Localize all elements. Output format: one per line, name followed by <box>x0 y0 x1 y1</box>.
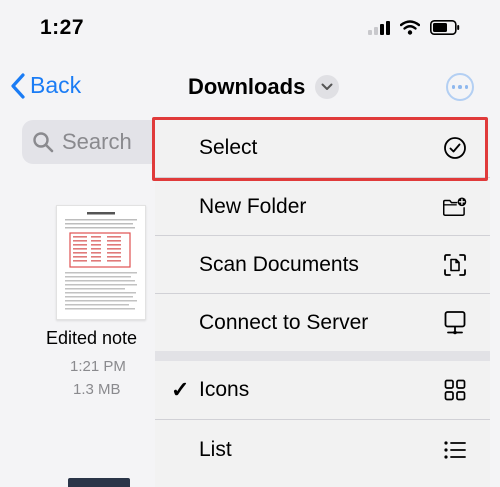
status-time: 1:27 <box>40 16 85 39</box>
navigation-bar: Back Downloads <box>0 62 500 114</box>
file-size: 1.3 MB <box>73 381 121 398</box>
grid-icon <box>442 377 468 403</box>
menu-item-list[interactable]: List <box>155 420 490 480</box>
menu-item-label: Icons <box>199 378 250 401</box>
search-input[interactable] <box>62 129 162 155</box>
more-options-button[interactable] <box>446 73 474 101</box>
back-label: Back <box>30 72 82 98</box>
folder-plus-icon <box>442 194 468 220</box>
status-bar: 1:27 <box>0 0 500 60</box>
wifi-icon <box>400 20 420 35</box>
next-file-thumbnail[interactable] <box>68 478 130 487</box>
menu-item-label: Scan Documents <box>199 253 359 276</box>
ellipsis-icon <box>451 85 456 89</box>
menu-section-separator <box>155 351 490 361</box>
server-display-icon <box>442 310 468 336</box>
checkmark-icon: ✓ <box>171 377 190 402</box>
chevron-down-icon <box>315 75 340 99</box>
menu-item-connect-to-server[interactable]: Connect to Server <box>155 294 490 351</box>
title-menu-button[interactable]: Downloads <box>188 74 340 100</box>
menu-item-icons[interactable]: ✓ Icons <box>155 361 490 419</box>
list-icon <box>442 437 468 463</box>
menu-item-label: Connect to Server <box>199 310 369 334</box>
menu-item-label: List <box>199 438 232 461</box>
file-time: 1:21 PM <box>70 358 126 375</box>
chevron-left-icon <box>11 72 25 99</box>
menu-item-label: New Folder <box>199 195 307 218</box>
cellular-signal-icon <box>368 20 390 35</box>
search-icon <box>32 131 54 153</box>
status-icons <box>368 20 460 35</box>
battery-icon <box>430 20 460 35</box>
page-title: Downloads <box>188 74 306 99</box>
highlight-annotation <box>152 117 488 181</box>
back-button[interactable]: Back <box>10 72 81 99</box>
file-name: Edited note <box>46 328 138 348</box>
search-bar[interactable] <box>22 120 172 164</box>
document-thumbnail <box>56 205 146 320</box>
menu-item-scan-documents[interactable]: Scan Documents <box>155 236 490 294</box>
scan-document-icon <box>442 252 468 278</box>
menu-item-new-folder[interactable]: New Folder <box>155 178 490 236</box>
